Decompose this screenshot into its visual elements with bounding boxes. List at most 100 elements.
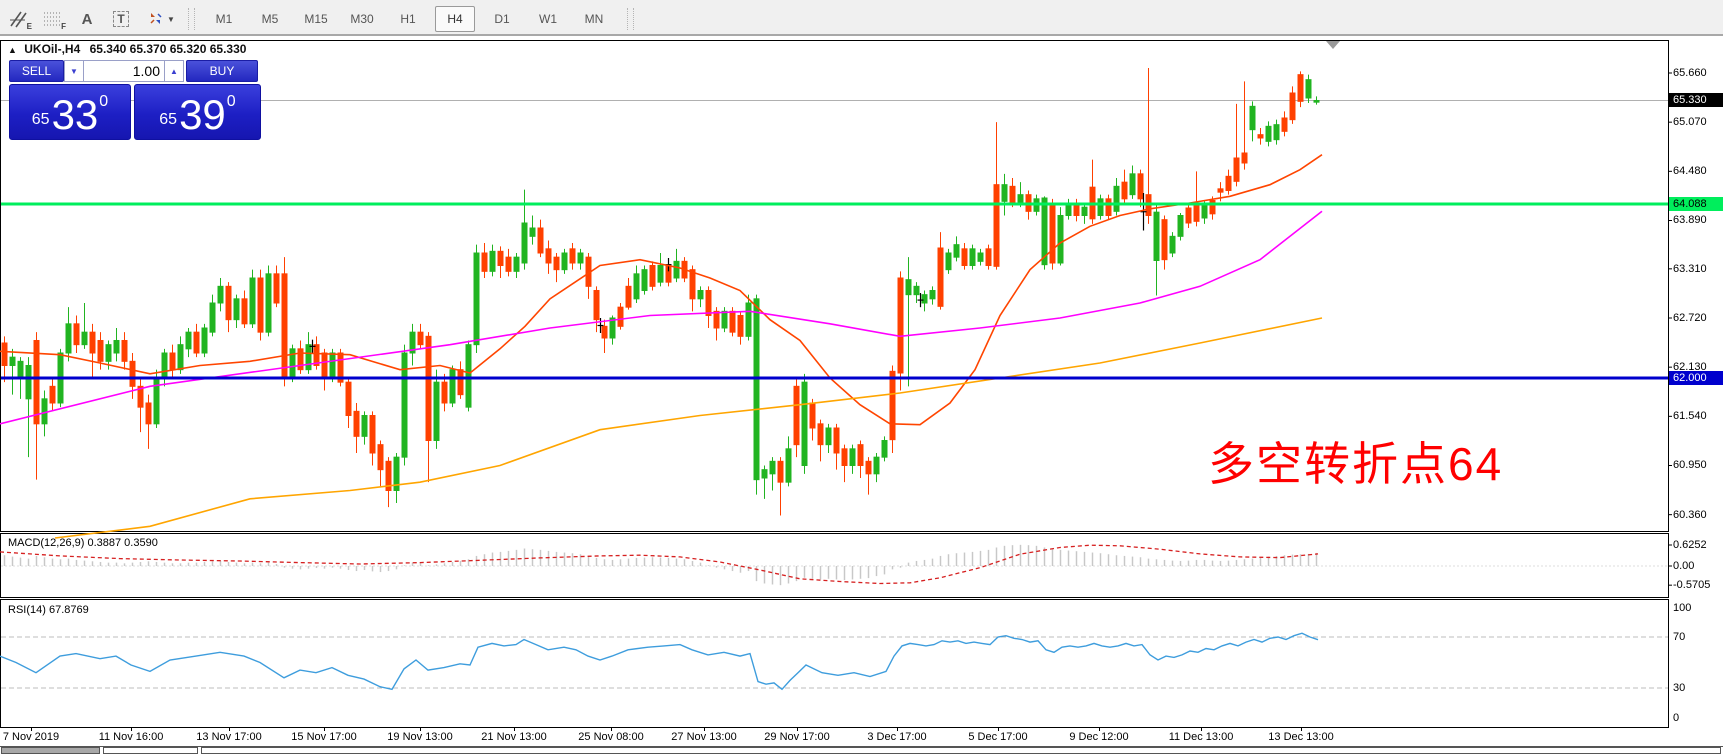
candle-body[interactable] [226, 286, 231, 319]
candle-body[interactable] [1058, 215, 1063, 262]
candle-body[interactable] [1202, 205, 1207, 218]
candle-body[interactable] [1154, 212, 1159, 260]
bottom-bar-segment-3[interactable] [201, 747, 1721, 754]
candle-body[interactable] [738, 315, 743, 336]
candle-body[interactable] [18, 361, 23, 378]
candle-body[interactable] [906, 280, 911, 295]
candle-body[interactable] [1218, 189, 1223, 192]
candle-body[interactable] [210, 303, 215, 332]
candle-body[interactable] [74, 324, 79, 345]
candle-body[interactable] [42, 399, 47, 424]
candle-body[interactable] [234, 299, 239, 320]
sell-price-panel[interactable]: 65 33 0 [9, 84, 131, 140]
candle-body[interactable] [874, 457, 879, 474]
candle-body[interactable] [122, 340, 127, 361]
candle-body[interactable] [82, 332, 87, 344]
candle-body[interactable] [1178, 215, 1183, 236]
candle-body[interactable] [1138, 174, 1143, 199]
candle-body[interactable] [722, 311, 727, 328]
candle-body[interactable] [994, 185, 999, 267]
candle-body[interactable] [938, 248, 943, 306]
candle-body[interactable] [970, 249, 975, 266]
candle-body[interactable] [578, 253, 583, 263]
candle-body[interactable] [370, 415, 375, 452]
candle-body[interactable] [1082, 207, 1087, 215]
candle-body[interactable] [946, 253, 951, 270]
candle-body[interactable] [50, 386, 55, 403]
time-axis-label[interactable]: 5 Dec 17:00 [968, 731, 1027, 743]
candle-body[interactable] [282, 274, 287, 378]
candle-body[interactable] [1186, 208, 1191, 223]
candle-body[interactable] [346, 382, 351, 415]
volume-increase-button[interactable]: ▲ [164, 60, 184, 82]
candle-body[interactable] [602, 326, 607, 338]
candle-body[interactable] [1298, 75, 1303, 102]
time-axis-label[interactable]: 21 Nov 13:00 [481, 731, 546, 743]
candle-body[interactable] [474, 253, 479, 345]
candle-body[interactable] [698, 290, 703, 298]
candle-body[interactable] [650, 265, 655, 286]
time-axis-label[interactable]: 7 Nov 2019 [3, 731, 59, 743]
time-axis-label[interactable]: 15 Nov 17:00 [291, 731, 356, 743]
candle-body[interactable] [162, 353, 167, 378]
candle-body[interactable] [898, 278, 903, 373]
candle-body[interactable] [274, 274, 279, 303]
candle-body[interactable] [1290, 93, 1295, 120]
candle-body[interactable] [1098, 199, 1103, 216]
candle-body[interactable] [538, 228, 543, 253]
candle-body[interactable] [674, 261, 679, 278]
candle-body[interactable] [522, 223, 527, 263]
candle-body[interactable] [2, 343, 7, 365]
candle-body[interactable] [1162, 220, 1167, 260]
time-axis-label[interactable]: 19 Nov 13:00 [387, 731, 452, 743]
candle-body[interactable] [10, 357, 15, 365]
candle-body[interactable] [378, 445, 383, 470]
candle-body[interactable] [1234, 158, 1239, 181]
candle-body[interactable] [514, 257, 519, 271]
time-axis-label[interactable]: 9 Dec 12:00 [1069, 731, 1128, 743]
candle-body[interactable] [978, 253, 983, 261]
candle-body[interactable] [690, 270, 695, 299]
buy-button[interactable]: BUY [186, 60, 258, 82]
candle-body[interactable] [298, 349, 303, 370]
candle-body[interactable] [1250, 106, 1255, 129]
time-axis-label[interactable]: 25 Nov 08:00 [578, 731, 643, 743]
candle-body[interactable] [1130, 174, 1135, 195]
candle-body[interactable] [1242, 153, 1247, 163]
time-axis-label[interactable]: 11 Nov 16:00 [99, 731, 164, 743]
candle-body[interactable] [746, 303, 751, 336]
time-axis-label[interactable]: 29 Nov 17:00 [764, 731, 829, 743]
bottom-bar-segment-1[interactable] [1, 747, 100, 754]
candle-body[interactable] [770, 461, 775, 473]
candle-body[interactable] [1194, 205, 1199, 222]
candle-body[interactable] [330, 353, 335, 378]
candle-body[interactable] [634, 274, 639, 299]
time-axis-label[interactable]: 13 Dec 13:00 [1268, 731, 1333, 743]
candle-body[interactable] [842, 449, 847, 466]
candle-body[interactable] [914, 286, 919, 294]
candle-body[interactable] [714, 311, 719, 328]
candle-body[interactable] [786, 449, 791, 482]
candle-body[interactable] [922, 295, 927, 303]
candle-body[interactable] [258, 278, 263, 332]
candle-body[interactable] [130, 361, 135, 386]
collapse-arrow-icon[interactable]: ▲ [8, 45, 17, 55]
candle-body[interactable] [450, 370, 455, 403]
candle-body[interactable] [818, 424, 823, 445]
sell-button[interactable]: SELL [9, 60, 64, 82]
candle-body[interactable] [954, 245, 959, 257]
candle-body[interactable] [426, 336, 431, 440]
candle-body[interactable] [106, 345, 111, 362]
candle-body[interactable] [930, 290, 935, 298]
candle-body[interactable] [554, 257, 559, 269]
candle-body[interactable] [618, 307, 623, 326]
candle-body[interactable] [194, 332, 199, 353]
candle-body[interactable] [562, 253, 567, 270]
candle-body[interactable] [266, 274, 271, 332]
candle-body[interactable] [1050, 203, 1055, 263]
candle-body[interactable] [498, 251, 503, 265]
candle-body[interactable] [810, 403, 815, 428]
volume-input[interactable] [84, 60, 164, 82]
candle-body[interactable] [1274, 125, 1279, 140]
candle-body[interactable] [26, 365, 31, 398]
